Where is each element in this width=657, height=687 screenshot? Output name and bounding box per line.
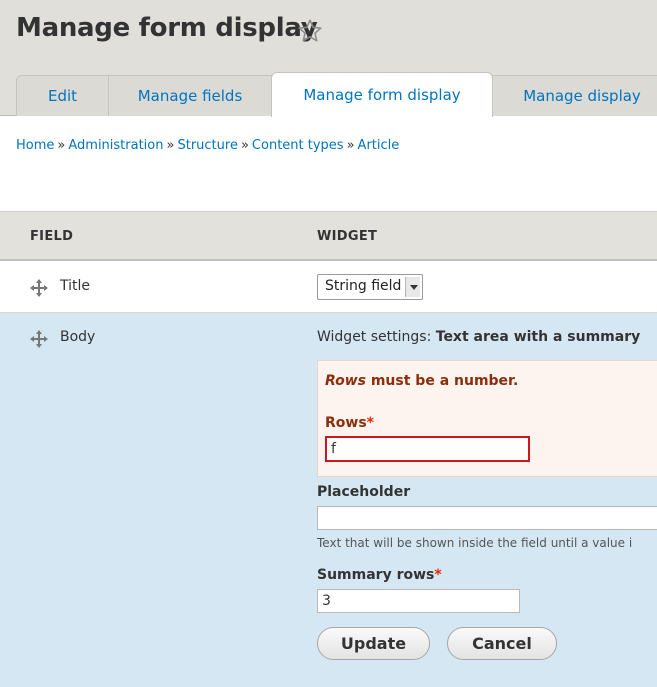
tab-label: Manage form display (303, 86, 461, 104)
breadcrumb-separator: » (166, 138, 175, 153)
select-value: String field (325, 278, 402, 294)
column-header-widget: WIDGET (317, 229, 378, 244)
summary-rows-input[interactable] (317, 589, 520, 613)
drag-handle-icon[interactable] (30, 330, 48, 348)
error-text: must be a number. (370, 373, 519, 389)
required-marker: * (366, 415, 374, 431)
widget-settings-name: Text area with a summary (435, 329, 641, 345)
tab-manage-form-display[interactable]: Manage form display (271, 72, 493, 117)
field-label-body: Body (60, 329, 96, 345)
error-region: Rows must be a number. Rows* (317, 360, 657, 477)
placeholder-label: Placeholder (317, 484, 411, 500)
breadcrumb-administration[interactable]: Administration (68, 138, 163, 153)
rows-label-text: Rows (325, 415, 367, 431)
widget-select-title[interactable]: String field (317, 274, 423, 300)
breadcrumb-separator: » (240, 138, 249, 153)
placeholder-help-text: Text that will be shown inside the field… (317, 536, 633, 550)
drag-handle-icon[interactable] (30, 279, 48, 297)
tab-label: Manage fields (137, 87, 243, 105)
breadcrumb-separator: » (57, 138, 66, 153)
breadcrumb-content-types[interactable]: Content types (252, 138, 344, 153)
breadcrumb: Home» Administration» Structure» Content ty… (16, 138, 399, 153)
breadcrumb-separator: » (346, 138, 355, 153)
tab-edit[interactable]: Edit (16, 75, 109, 116)
star-outline-icon[interactable] (297, 18, 323, 44)
update-button[interactable]: Update (317, 627, 430, 660)
rows-input[interactable] (325, 436, 530, 462)
breadcrumb-structure[interactable]: Structure (177, 138, 237, 153)
column-header-field: FIELD (30, 229, 74, 244)
widget-settings-prefix: Widget settings: (317, 329, 432, 345)
tab-manage-fields[interactable]: Manage fields (108, 75, 272, 116)
error-field-name: Rows (325, 373, 366, 389)
tab-label: Manage display (523, 87, 641, 105)
table-header: FIELD WIDGET (0, 211, 657, 261)
field-label-title: Title (60, 278, 91, 294)
page-header: Manage form display Edit Manage fields M… (0, 0, 657, 117)
required-marker: * (434, 567, 442, 583)
error-message: Rows must be a number. (325, 373, 518, 389)
tab-label: Edit (47, 87, 78, 105)
breadcrumb-home[interactable]: Home (16, 138, 54, 153)
cancel-button[interactable]: Cancel (447, 627, 557, 660)
breadcrumb-article[interactable]: Article (358, 138, 400, 153)
tab-manage-display[interactable]: Manage display (492, 75, 657, 116)
page-title: Manage form display (16, 13, 318, 43)
summary-rows-label: Summary rows* (317, 567, 442, 583)
chevron-down-icon (405, 277, 420, 297)
widget-settings-heading: Widget settings: Text area with a summar… (317, 329, 640, 345)
rows-label: Rows* (325, 415, 374, 431)
summary-rows-label-text: Summary rows (317, 567, 435, 583)
placeholder-input[interactable] (317, 506, 657, 530)
